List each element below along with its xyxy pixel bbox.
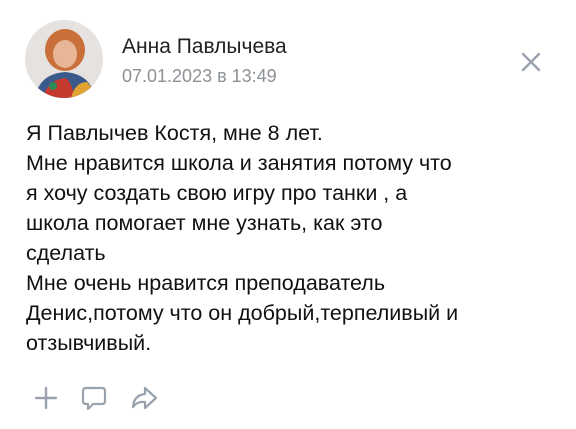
close-icon (521, 52, 541, 72)
close-button[interactable] (516, 47, 546, 77)
post-text-line: Денис,потому что он добрый,терпеливый и (26, 301, 459, 325)
add-button[interactable] (30, 382, 62, 414)
post-date[interactable]: 07.01.2023 в 13:49 (122, 66, 277, 87)
comment-icon (81, 386, 107, 411)
post-text-line: школа помогает мне узнать, как это (26, 211, 383, 235)
share-button[interactable] (128, 382, 160, 414)
post-text-line: сделать (26, 241, 106, 265)
post-text-line: Я Павлычев Костя, мне 8 лет. (26, 121, 323, 145)
post-text-line: я хочу создать свою игру про танки , а (26, 181, 408, 205)
avatar[interactable] (25, 20, 103, 98)
post-text: Я Павлычев Костя, мне 8 лет. Мне нравитс… (26, 118, 566, 358)
share-icon (131, 386, 158, 410)
comment-button[interactable] (78, 382, 110, 414)
post-text-line: отзывчивый. (26, 331, 152, 355)
author-name[interactable]: Анна Павлычева (122, 35, 287, 59)
avatar-photo (25, 20, 103, 98)
post-card: Анна Павлычева 07.01.2023 в 13:49 Я Павл… (0, 0, 576, 429)
post-text-line: Мне очень нравится преподаватель (26, 271, 386, 295)
post-text-line: Мне нравится школа и занятия потому что (26, 151, 452, 175)
plus-icon (34, 386, 58, 410)
